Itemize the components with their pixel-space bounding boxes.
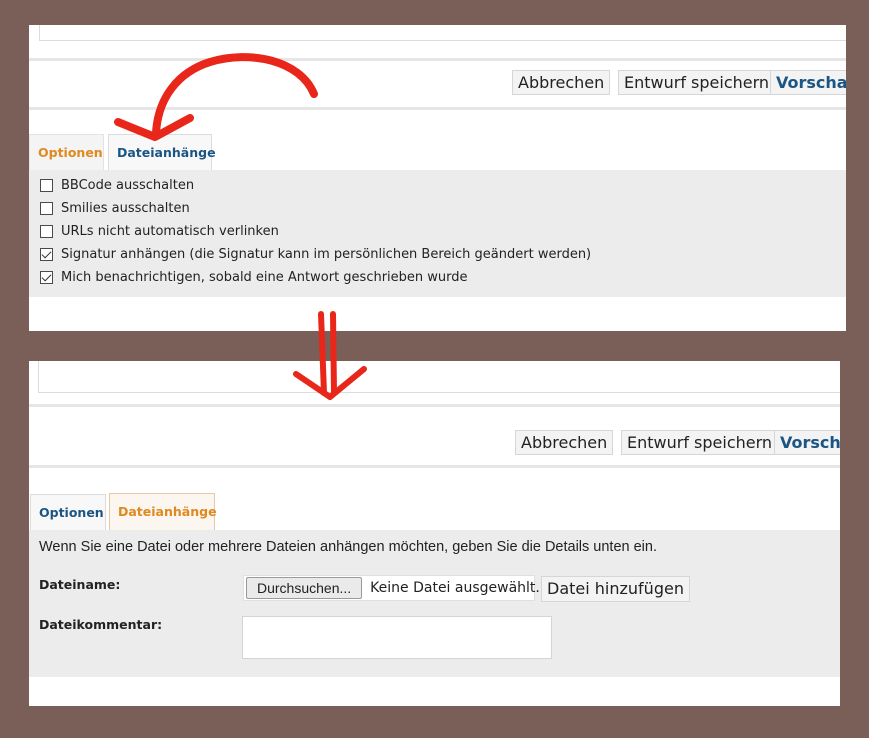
file-comment-label: Dateikommentar: — [39, 617, 163, 632]
option-label: BBCode ausschalten — [61, 177, 195, 193]
option-label: Signatur anhängen (die Signatur kann im … — [61, 246, 592, 262]
option-disable-bbcode[interactable]: BBCode ausschalten — [40, 176, 194, 194]
bottom-screenshot-panel: Abbrechen Entwurf speichern Vorschau Opt… — [29, 361, 840, 706]
filename-label: Dateiname: — [39, 577, 121, 592]
separator — [29, 465, 840, 468]
options-tab-body: BBCode ausschalten Smilies ausschalten U… — [29, 170, 846, 297]
save-draft-button[interactable]: Entwurf speichern — [621, 430, 779, 455]
file-comment-textarea[interactable] — [242, 616, 552, 659]
browse-button[interactable]: Durchsuchen... — [246, 577, 363, 599]
checkbox[interactable] — [40, 201, 53, 215]
save-draft-button[interactable]: Entwurf speichern — [618, 70, 776, 95]
tab-attachments[interactable]: Dateianhänge — [108, 134, 216, 170]
option-label: Smilies ausschalten — [61, 200, 190, 216]
checkbox-checked[interactable] — [40, 247, 53, 261]
separator — [29, 404, 840, 407]
preview-button[interactable]: Vorschau — [770, 70, 846, 95]
checkbox[interactable] — [40, 178, 53, 192]
message-editor-bottom[interactable] — [39, 25, 846, 41]
option-notify-reply[interactable]: Mich benachrichtigen, sobald eine Antwor… — [40, 268, 468, 286]
cancel-button[interactable]: Abbrechen — [515, 430, 614, 455]
checkbox[interactable] — [40, 224, 53, 238]
preview-button[interactable]: Vorschau — [774, 430, 840, 455]
tab-options[interactable]: Optionen — [29, 134, 104, 170]
checkbox-checked[interactable] — [40, 270, 53, 284]
attachments-intro-text: Wenn Sie eine Datei oder mehrere Dateien… — [39, 539, 657, 555]
message-editor-bottom[interactable] — [38, 361, 840, 393]
tab-attachments[interactable]: Dateianhänge — [109, 493, 217, 530]
add-file-button[interactable]: Datei hinzufügen — [541, 576, 690, 602]
option-label: Mich benachrichtigen, sobald eine Antwor… — [61, 269, 468, 285]
option-no-auto-links[interactable]: URLs nicht automatisch verlinken — [40, 222, 279, 240]
option-attach-signature[interactable]: Signatur anhängen (die Signatur kann im … — [40, 245, 591, 263]
tab-options[interactable]: Optionen — [30, 494, 106, 530]
option-disable-smilies[interactable]: Smilies ausschalten — [40, 199, 190, 217]
file-input[interactable]: Durchsuchen... Keine Datei ausgewählt. — [243, 575, 540, 601]
separator — [29, 58, 846, 61]
separator — [29, 107, 846, 110]
option-label: URLs nicht automatisch verlinken — [61, 223, 279, 239]
cancel-button[interactable]: Abbrechen — [512, 70, 611, 95]
no-file-selected-text: Keine Datei ausgewählt. — [370, 580, 540, 596]
top-screenshot-panel: Abbrechen Entwurf speichern Vorschau Opt… — [29, 25, 846, 331]
